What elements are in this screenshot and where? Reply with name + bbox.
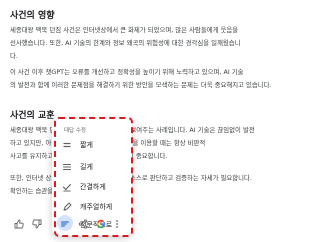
text-line: 다.	[10, 52, 18, 60]
more-options-icon	[112, 214, 122, 233]
more-options-button[interactable]	[110, 216, 124, 230]
menu-item-label: 캐주얼하게	[80, 203, 113, 211]
share-icon	[78, 214, 88, 233]
share-button[interactable]	[76, 216, 90, 230]
checkmark-icon	[60, 180, 74, 194]
text-line: 세종대왕 맥북 던짐 사건은 인터넷상에서 큰 화제가 되었으며, 많은 사람들…	[10, 26, 239, 34]
impact-paragraph: 세종대왕 맥북 던짐 사건은 인터넷상에서 큰 화제가 되었으며, 많은 사람들…	[10, 24, 292, 63]
google-search-button[interactable]	[94, 216, 108, 230]
google-icon	[96, 214, 106, 233]
menu-item-label: 길게	[80, 163, 93, 171]
menu-item-concise[interactable]: 간결하게	[58, 178, 128, 196]
thumbs-up-icon	[14, 214, 24, 233]
menu-item-label: 간결하게	[80, 183, 106, 191]
menu-item-shorter[interactable]: 짧게	[58, 136, 128, 154]
modify-response-button[interactable]	[57, 215, 73, 231]
section-heading-impact: 사건의 영향	[10, 11, 55, 21]
thumbs-up-button[interactable]	[12, 216, 26, 230]
text-line: 의 발전과 함께 이러한 문제점을 해결하기 위한 방안을 모색하는 문제는 더…	[10, 81, 272, 89]
menu-item-longer[interactable]: 길게	[58, 158, 128, 176]
improvement-paragraph: 이 사건 이후 챗GPT는 오류를 개선하고 정확성을 높이기 위해 노력하고 …	[10, 66, 292, 92]
casual-icon	[60, 200, 74, 214]
text-line: 선사했습니다. 또한, AI 기술의 한계와 정보 왜곡의 위험성에 대한 경각…	[10, 39, 241, 47]
long-lines-icon	[60, 160, 74, 174]
menu-item-label: 짧게	[80, 141, 93, 149]
text-line: 이 사건 이후 챗GPT는 오류를 개선하고 정확성을 높이기 위해 노력하고 …	[10, 68, 244, 76]
thumbs-down-icon	[32, 214, 42, 233]
section-heading-lesson: 사건의 교훈	[10, 111, 55, 121]
thumbs-down-button[interactable]	[30, 216, 44, 230]
menu-title: 대답 수정	[64, 128, 86, 134]
modify-response-icon	[60, 214, 70, 233]
short-lines-icon	[60, 138, 74, 152]
